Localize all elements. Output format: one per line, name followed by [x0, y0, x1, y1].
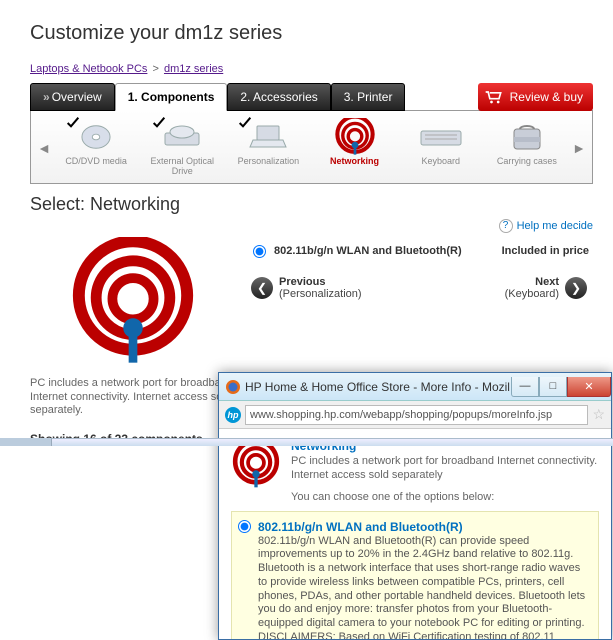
tab-components[interactable]: 1. Components: [115, 83, 228, 111]
popup-address-bar: hp www.shopping.hp.com/webapp/shopping/p…: [219, 401, 611, 429]
prev-sublabel: (Personalization): [279, 288, 362, 300]
checkmark-icon: [65, 115, 81, 131]
bookmark-star-icon[interactable]: ☆: [592, 406, 605, 423]
cart-icon: [484, 90, 504, 104]
popup-title: HP Home & Home Office Store - More Info …: [245, 380, 511, 394]
category-strip: ◄ CD/DVD media External Optical Drive Pe…: [30, 110, 593, 184]
tab-overview[interactable]: » Overview: [30, 83, 115, 111]
help-me-decide-link[interactable]: ? Help me decide: [30, 219, 593, 233]
window-maximize-button[interactable]: □: [539, 377, 567, 397]
breadcrumb-separator: >: [152, 63, 158, 75]
prev-label: Previous: [279, 276, 362, 288]
help-icon: ?: [499, 219, 513, 233]
category-cd-dvd[interactable]: CD/DVD media: [56, 119, 136, 177]
scroll-left-button[interactable]: ◄: [35, 140, 53, 156]
taskbar-item[interactable]: [0, 438, 52, 446]
option-row[interactable]: 802.11b/g/n WLAN and Bluetooth(R) Includ…: [245, 237, 593, 266]
next-label: Next: [535, 276, 559, 288]
category-label: Personalization: [238, 157, 300, 167]
category-label: Networking: [330, 157, 379, 167]
previous-button[interactable]: ❮ Previous (Personalization): [251, 276, 362, 300]
laptop-icon: [247, 122, 289, 152]
hp-favicon-icon: hp: [225, 407, 241, 423]
popup-description: PC includes a network port for broadband…: [291, 455, 599, 483]
checkmark-icon: [151, 115, 167, 131]
category-carrying-cases[interactable]: Carrying cases: [487, 119, 567, 177]
breadcrumb: Laptops & Netbook PCs > dm1z series: [30, 63, 593, 75]
popup-choose-text: You can choose one of the options below:: [291, 491, 599, 503]
next-sublabel: (Keyboard): [505, 288, 559, 300]
category-label: Keyboard: [421, 157, 460, 167]
drive-icon: [161, 123, 203, 151]
popup-option-body: 802.11b/g/n WLAN and Bluetooth(R) can pr…: [258, 535, 590, 640]
page-title: Customize your dm1z series: [30, 22, 593, 45]
category-label: Carrying cases: [497, 157, 557, 167]
category-networking[interactable]: Networking: [315, 119, 395, 177]
tab-accessories[interactable]: 2. Accessories: [227, 83, 330, 111]
review-buy-button[interactable]: Review & buy: [478, 83, 593, 111]
breadcrumb-parent-link[interactable]: Laptops & Netbook PCs: [30, 63, 147, 75]
networking-icon: [333, 118, 377, 156]
networking-icon: [231, 439, 281, 489]
option-price: Included in price: [502, 245, 589, 257]
category-label: CD/DVD media: [65, 157, 127, 167]
scroll-right-button[interactable]: ►: [570, 140, 588, 156]
chevron-left-icon: ❮: [251, 277, 273, 299]
taskbar: [0, 438, 613, 446]
option-label: 802.11b/g/n WLAN and Bluetooth(R): [274, 245, 502, 257]
networking-logo-icon: [63, 237, 203, 367]
tab-printer[interactable]: 3. Printer: [331, 83, 406, 111]
window-minimize-button[interactable]: —: [511, 377, 539, 397]
option-radio[interactable]: [253, 245, 266, 258]
popup-option-radio[interactable]: [238, 520, 251, 533]
tab-row: » Overview 1. Components 2. Accessories 3…: [30, 83, 593, 111]
popup-option-title: 802.11b/g/n WLAN and Bluetooth(R): [258, 520, 590, 535]
breadcrumb-current-link[interactable]: dm1z series: [164, 63, 223, 75]
popup-window: HP Home & Home Office Store - More Info …: [218, 372, 612, 640]
category-optical-drive[interactable]: External Optical Drive: [142, 119, 222, 177]
bag-icon: [510, 121, 544, 153]
help-label: Help me decide: [517, 220, 593, 232]
next-button[interactable]: Next (Keyboard) ❯: [505, 276, 587, 300]
keyboard-icon: [419, 125, 463, 149]
popup-option-box: 802.11b/g/n WLAN and Bluetooth(R) 802.11…: [231, 511, 599, 640]
popup-titlebar[interactable]: HP Home & Home Office Store - More Info …: [219, 373, 611, 401]
select-heading: Select: Networking: [30, 194, 593, 215]
category-description: PC includes a network port for broadband…: [30, 377, 235, 418]
firefox-icon: [225, 379, 241, 395]
checkmark-icon: [237, 115, 253, 131]
chevron-right-icon: ❯: [565, 277, 587, 299]
disc-icon: [77, 122, 115, 152]
tab-overview-label: Overview: [52, 90, 102, 104]
review-buy-label: Review & buy: [510, 90, 583, 104]
category-label: External Optical Drive: [142, 157, 222, 177]
arrow-icon: »: [43, 90, 48, 104]
url-field[interactable]: www.shopping.hp.com/webapp/shopping/popu…: [245, 405, 588, 425]
category-keyboard[interactable]: Keyboard: [401, 119, 481, 177]
window-close-button[interactable]: ✕: [567, 377, 611, 397]
category-personalization[interactable]: Personalization: [228, 119, 308, 177]
